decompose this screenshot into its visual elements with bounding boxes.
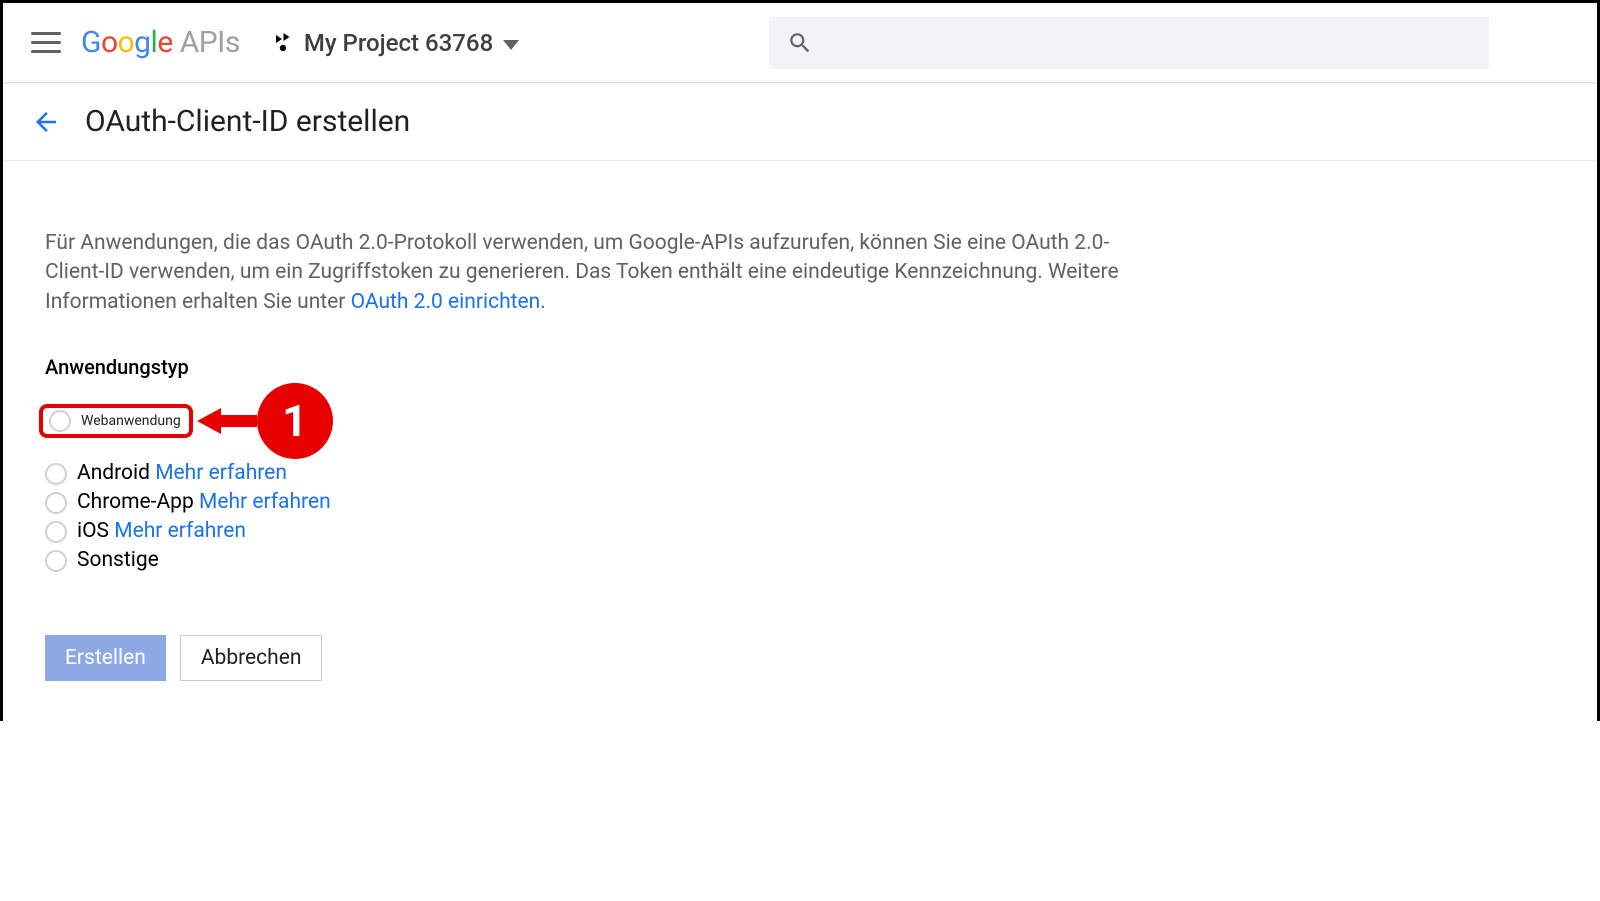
back-arrow-icon[interactable]	[31, 107, 61, 137]
radio-item-webanwendung-highlight: Webanwendung	[39, 404, 193, 438]
radio-input-android[interactable]	[45, 463, 67, 485]
radio-label: Webanwendung	[81, 413, 181, 429]
description-text-after: .	[540, 290, 546, 314]
search-icon	[787, 30, 813, 56]
google-apis-logo: Google APIs	[81, 25, 240, 60]
arrow-left-icon	[197, 408, 221, 434]
application-type-label: Anwendungstyp	[45, 355, 1143, 379]
radio-input-ios[interactable]	[45, 521, 67, 543]
top-bar: Google APIs My Project 63768	[3, 3, 1597, 83]
page-title: OAuth-Client-ID erstellen	[85, 104, 410, 139]
project-name: My Project 63768	[304, 29, 493, 57]
radio-label: Sonstige	[77, 546, 159, 575]
form-actions: Erstellen Abbrechen	[45, 635, 1143, 681]
content: Für Anwendungen, die das OAuth 2.0-Proto…	[3, 161, 1143, 721]
radio-item-android[interactable]: Android Mehr erfahren	[45, 459, 1143, 488]
page-title-bar: OAuth-Client-ID erstellen	[3, 83, 1597, 161]
learn-more-link[interactable]: Mehr erfahren	[155, 461, 287, 485]
application-type-radio-group: Webanwendung 1 Android Mehr erfahren Chr…	[45, 383, 1143, 575]
create-button[interactable]: Erstellen	[45, 635, 166, 681]
description: Für Anwendungen, die das OAuth 2.0-Proto…	[45, 229, 1125, 317]
radio-item-chrome-app[interactable]: Chrome-App Mehr erfahren	[45, 488, 1143, 517]
annotation-number: 1	[257, 383, 333, 459]
radio-input-chrome-app[interactable]	[45, 492, 67, 514]
radio-label: iOS	[77, 519, 109, 543]
menu-icon[interactable]	[31, 32, 61, 53]
radio-label: Android	[77, 461, 150, 485]
search-input[interactable]	[769, 17, 1489, 69]
oauth-setup-link[interactable]: OAuth 2.0 einrichten	[351, 290, 541, 314]
radio-label: Chrome-App	[77, 490, 194, 514]
project-icon	[270, 31, 294, 55]
radio-item-sonstige[interactable]: Sonstige	[45, 546, 1143, 575]
radio-item-ios[interactable]: iOS Mehr erfahren	[45, 517, 1143, 546]
learn-more-link[interactable]: Mehr erfahren	[199, 490, 331, 514]
radio-input-sonstige[interactable]	[45, 550, 67, 572]
radio-input-webanwendung[interactable]	[49, 410, 71, 432]
cancel-button[interactable]: Abbrechen	[180, 635, 323, 681]
project-selector[interactable]: My Project 63768	[260, 23, 529, 63]
chevron-down-icon	[503, 40, 519, 50]
annotation-marker: 1	[197, 383, 333, 459]
learn-more-link[interactable]: Mehr erfahren	[114, 519, 246, 543]
description-text: Für Anwendungen, die das OAuth 2.0-Proto…	[45, 231, 1119, 314]
